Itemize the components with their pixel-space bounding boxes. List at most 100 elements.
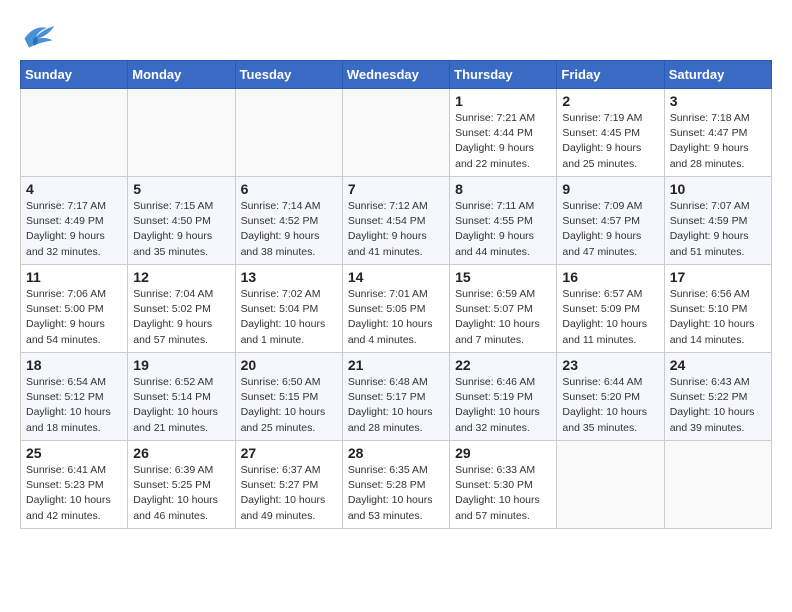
day-number: 4 — [26, 181, 122, 197]
day-number: 25 — [26, 445, 122, 461]
calendar-cell — [235, 89, 342, 177]
calendar-cell: 27 Sunrise: 6:37 AMSunset: 5:27 PMDayligh… — [235, 441, 342, 529]
calendar-cell: 26 Sunrise: 6:39 AMSunset: 5:25 PMDayligh… — [128, 441, 235, 529]
day-info: Sunrise: 6:59 AMSunset: 5:07 PMDaylight:… — [455, 287, 551, 348]
day-number: 7 — [348, 181, 444, 197]
calendar-week-row: 11Sunrise: 7:06 AMSunset: 5:00 PMDayligh… — [21, 265, 772, 353]
day-info: Sunrise: 7:02 AMSunset: 5:04 PMDaylight:… — [241, 287, 337, 348]
day-info: Sunrise: 6:54 AMSunset: 5:12 PMDaylight:… — [26, 375, 122, 436]
calendar-cell: 25 Sunrise: 6:41 AMSunset: 5:23 PMDayligh… — [21, 441, 128, 529]
day-number: 5 — [133, 181, 229, 197]
day-number: 22 — [455, 357, 551, 373]
calendar-week-row: 4 Sunrise: 7:17 AMSunset: 4:49 PMDaylight… — [21, 177, 772, 265]
day-info: Sunrise: 6:39 AMSunset: 5:25 PMDaylight:… — [133, 463, 229, 524]
logo — [20, 20, 62, 50]
calendar-header-row: SundayMondayTuesdayWednesdayThursdayFrid… — [21, 61, 772, 89]
calendar-cell: 3 Sunrise: 7:18 AMSunset: 4:47 PMDaylight… — [664, 89, 771, 177]
calendar-cell — [128, 89, 235, 177]
calendar-cell: 11Sunrise: 7:06 AMSunset: 5:00 PMDayligh… — [21, 265, 128, 353]
calendar-cell: 5 Sunrise: 7:15 AMSunset: 4:50 PMDaylight… — [128, 177, 235, 265]
calendar-cell: 18 Sunrise: 6:54 AMSunset: 5:12 PMDayligh… — [21, 353, 128, 441]
page-header — [20, 20, 772, 50]
calendar-table: SundayMondayTuesdayWednesdayThursdayFrid… — [20, 60, 772, 529]
day-number: 12 — [133, 269, 229, 285]
day-info: Sunrise: 6:37 AMSunset: 5:27 PMDaylight:… — [241, 463, 337, 524]
calendar-cell — [664, 441, 771, 529]
day-number: 28 — [348, 445, 444, 461]
day-info: Sunrise: 6:44 AMSunset: 5:20 PMDaylight:… — [562, 375, 658, 436]
calendar-cell: 13 Sunrise: 7:02 AMSunset: 5:04 PMDayligh… — [235, 265, 342, 353]
column-header-thursday: Thursday — [450, 61, 557, 89]
day-info: Sunrise: 7:07 AMSunset: 4:59 PMDaylight:… — [670, 199, 766, 260]
day-info: Sunrise: 6:56 AMSunset: 5:10 PMDaylight:… — [670, 287, 766, 348]
calendar-cell: 6Sunrise: 7:14 AMSunset: 4:52 PMDaylight… — [235, 177, 342, 265]
column-header-saturday: Saturday — [664, 61, 771, 89]
calendar-cell: 24Sunrise: 6:43 AMSunset: 5:22 PMDayligh… — [664, 353, 771, 441]
calendar-cell: 29 Sunrise: 6:33 AMSunset: 5:30 PMDayligh… — [450, 441, 557, 529]
logo-bird-icon — [20, 20, 56, 50]
day-info: Sunrise: 7:19 AMSunset: 4:45 PMDaylight:… — [562, 111, 658, 172]
calendar-week-row: 25 Sunrise: 6:41 AMSunset: 5:23 PMDayligh… — [21, 441, 772, 529]
calendar-cell — [557, 441, 664, 529]
day-info: Sunrise: 6:33 AMSunset: 5:30 PMDaylight:… — [455, 463, 551, 524]
day-number: 11 — [26, 269, 122, 285]
calendar-cell — [21, 89, 128, 177]
day-number: 8 — [455, 181, 551, 197]
day-info: Sunrise: 6:46 AMSunset: 5:19 PMDaylight:… — [455, 375, 551, 436]
day-info: Sunrise: 6:52 AMSunset: 5:14 PMDaylight:… — [133, 375, 229, 436]
calendar-cell: 16 Sunrise: 6:57 AMSunset: 5:09 PMDayligh… — [557, 265, 664, 353]
day-info: Sunrise: 7:15 AMSunset: 4:50 PMDaylight:… — [133, 199, 229, 260]
calendar-week-row: 18 Sunrise: 6:54 AMSunset: 5:12 PMDayligh… — [21, 353, 772, 441]
day-info: Sunrise: 7:11 AMSunset: 4:55 PMDaylight:… — [455, 199, 551, 260]
day-info: Sunrise: 7:12 AMSunset: 4:54 PMDaylight:… — [348, 199, 444, 260]
day-number: 13 — [241, 269, 337, 285]
day-number: 6 — [241, 181, 337, 197]
calendar-cell — [342, 89, 449, 177]
day-number: 14 — [348, 269, 444, 285]
day-info: Sunrise: 7:18 AMSunset: 4:47 PMDaylight:… — [670, 111, 766, 172]
calendar-cell: 1 Sunrise: 7:21 AMSunset: 4:44 PMDaylight… — [450, 89, 557, 177]
calendar-cell: 19 Sunrise: 6:52 AMSunset: 5:14 PMDayligh… — [128, 353, 235, 441]
day-number: 16 — [562, 269, 658, 285]
day-number: 29 — [455, 445, 551, 461]
calendar-cell: 9 Sunrise: 7:09 AMSunset: 4:57 PMDaylight… — [557, 177, 664, 265]
day-number: 23 — [562, 357, 658, 373]
day-number: 18 — [26, 357, 122, 373]
calendar-cell: 21 Sunrise: 6:48 AMSunset: 5:17 PMDayligh… — [342, 353, 449, 441]
day-number: 21 — [348, 357, 444, 373]
day-number: 20 — [241, 357, 337, 373]
calendar-cell: 14 Sunrise: 7:01 AMSunset: 5:05 PMDayligh… — [342, 265, 449, 353]
day-info: Sunrise: 7:17 AMSunset: 4:49 PMDaylight:… — [26, 199, 122, 260]
column-header-wednesday: Wednesday — [342, 61, 449, 89]
day-number: 26 — [133, 445, 229, 461]
day-info: Sunrise: 6:48 AMSunset: 5:17 PMDaylight:… — [348, 375, 444, 436]
calendar-cell: 7 Sunrise: 7:12 AMSunset: 4:54 PMDaylight… — [342, 177, 449, 265]
day-info: Sunrise: 7:01 AMSunset: 5:05 PMDaylight:… — [348, 287, 444, 348]
day-number: 2 — [562, 93, 658, 109]
day-number: 19 — [133, 357, 229, 373]
day-number: 9 — [562, 181, 658, 197]
calendar-cell: 28 Sunrise: 6:35 AMSunset: 5:28 PMDayligh… — [342, 441, 449, 529]
calendar-cell: 22 Sunrise: 6:46 AMSunset: 5:19 PMDayligh… — [450, 353, 557, 441]
day-info: Sunrise: 6:57 AMSunset: 5:09 PMDaylight:… — [562, 287, 658, 348]
day-info: Sunrise: 6:41 AMSunset: 5:23 PMDaylight:… — [26, 463, 122, 524]
day-info: Sunrise: 6:50 AMSunset: 5:15 PMDaylight:… — [241, 375, 337, 436]
column-header-tuesday: Tuesday — [235, 61, 342, 89]
day-info: Sunrise: 7:04 AMSunset: 5:02 PMDaylight:… — [133, 287, 229, 348]
day-number: 17 — [670, 269, 766, 285]
day-number: 10 — [670, 181, 766, 197]
calendar-cell: 23 Sunrise: 6:44 AMSunset: 5:20 PMDayligh… — [557, 353, 664, 441]
day-info: Sunrise: 6:43 AMSunset: 5:22 PMDaylight:… — [670, 375, 766, 436]
calendar-cell: 10 Sunrise: 7:07 AMSunset: 4:59 PMDayligh… — [664, 177, 771, 265]
column-header-monday: Monday — [128, 61, 235, 89]
day-number: 15 — [455, 269, 551, 285]
day-number: 3 — [670, 93, 766, 109]
day-info: Sunrise: 6:35 AMSunset: 5:28 PMDaylight:… — [348, 463, 444, 524]
calendar-cell: 20 Sunrise: 6:50 AMSunset: 5:15 PMDayligh… — [235, 353, 342, 441]
day-number: 1 — [455, 93, 551, 109]
day-info: Sunrise: 7:21 AMSunset: 4:44 PMDaylight:… — [455, 111, 551, 172]
column-header-friday: Friday — [557, 61, 664, 89]
day-info: Sunrise: 7:09 AMSunset: 4:57 PMDaylight:… — [562, 199, 658, 260]
calendar-cell: 17 Sunrise: 6:56 AMSunset: 5:10 PMDayligh… — [664, 265, 771, 353]
day-number: 27 — [241, 445, 337, 461]
